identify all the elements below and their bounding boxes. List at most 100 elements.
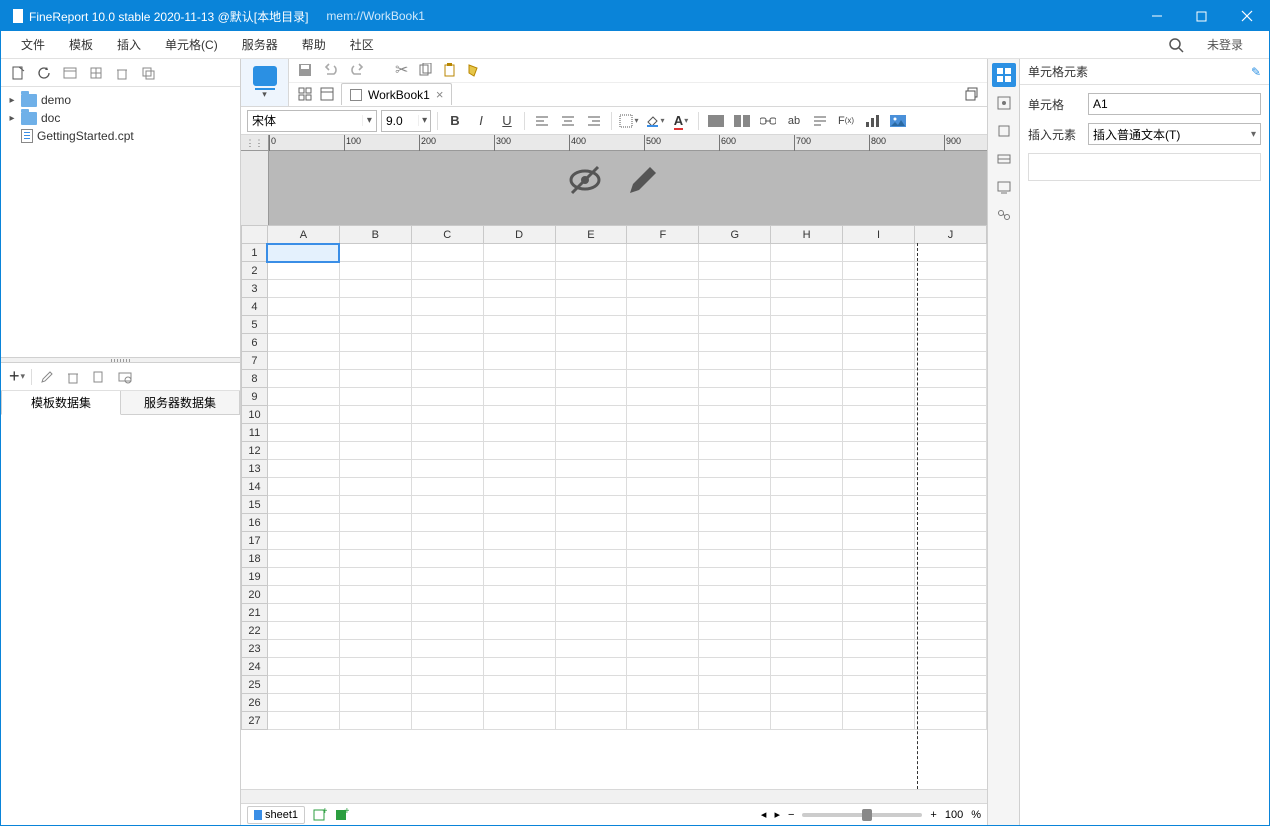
cell[interactable] <box>483 280 555 298</box>
cell[interactable] <box>843 244 915 262</box>
cell[interactable] <box>555 640 627 658</box>
cell[interactable] <box>771 496 843 514</box>
align-right-icon[interactable] <box>583 110 605 132</box>
cell[interactable] <box>843 550 915 568</box>
tree-file[interactable]: GettingStarted.cpt <box>7 127 234 145</box>
hide-preview-icon[interactable] <box>566 161 604 199</box>
cell[interactable] <box>483 604 555 622</box>
cell[interactable] <box>627 388 699 406</box>
cell[interactable] <box>267 550 339 568</box>
cell[interactable] <box>483 370 555 388</box>
cell[interactable] <box>914 280 986 298</box>
cell[interactable] <box>627 370 699 388</box>
insert-element-select[interactable]: 插入普通文本(T) ▾ <box>1088 123 1261 145</box>
cell[interactable] <box>411 478 483 496</box>
cell[interactable] <box>699 478 771 496</box>
cell[interactable] <box>843 280 915 298</box>
cell[interactable] <box>267 568 339 586</box>
cell[interactable] <box>914 532 986 550</box>
cell[interactable] <box>914 694 986 712</box>
collapse-icon[interactable] <box>59 62 81 84</box>
cell[interactable] <box>627 676 699 694</box>
file-tree[interactable]: ▸demo▸docGettingStarted.cpt <box>1 87 240 357</box>
cell[interactable] <box>843 604 915 622</box>
delete-icon[interactable] <box>111 62 133 84</box>
cell[interactable] <box>339 658 411 676</box>
cell[interactable] <box>483 352 555 370</box>
font-size-combo[interactable]: ▾ <box>381 110 431 132</box>
horizontal-ruler[interactable]: 0100200300400500600700800900 <box>269 135 987 151</box>
cell[interactable] <box>555 550 627 568</box>
cell[interactable] <box>267 586 339 604</box>
cell[interactable] <box>339 370 411 388</box>
cell[interactable] <box>483 334 555 352</box>
cell[interactable] <box>699 406 771 424</box>
cell[interactable] <box>267 478 339 496</box>
element-preview-box[interactable] <box>1028 153 1261 181</box>
cell[interactable] <box>627 352 699 370</box>
row-header[interactable]: 22 <box>242 622 268 640</box>
column-header[interactable]: A <box>267 226 339 244</box>
row-header[interactable]: 26 <box>242 694 268 712</box>
cell[interactable] <box>555 694 627 712</box>
cell[interactable] <box>771 712 843 730</box>
cell[interactable] <box>267 280 339 298</box>
cell[interactable] <box>555 352 627 370</box>
cell[interactable] <box>699 496 771 514</box>
insert-text-icon[interactable]: ab <box>783 110 805 132</box>
cell[interactable] <box>843 586 915 604</box>
copy-icon[interactable] <box>137 62 159 84</box>
cell[interactable] <box>339 496 411 514</box>
column-header[interactable]: B <box>339 226 411 244</box>
italic-icon[interactable]: I <box>470 110 492 132</box>
cell[interactable] <box>339 712 411 730</box>
row-header[interactable]: 2 <box>242 262 268 280</box>
row-header[interactable]: 20 <box>242 586 268 604</box>
cell-field-input[interactable] <box>1088 93 1261 115</box>
cell[interactable] <box>411 604 483 622</box>
cell[interactable] <box>914 460 986 478</box>
cell[interactable] <box>627 514 699 532</box>
unmerge-cells-icon[interactable] <box>731 110 753 132</box>
cell[interactable] <box>339 316 411 334</box>
zoom-slider[interactable] <box>802 813 922 817</box>
cell[interactable] <box>483 244 555 262</box>
cell[interactable] <box>411 640 483 658</box>
cell[interactable] <box>339 244 411 262</box>
cell[interactable] <box>843 424 915 442</box>
menu-item[interactable]: 社区 <box>338 31 386 58</box>
cell[interactable] <box>914 262 986 280</box>
preview-button[interactable]: ▾ <box>241 59 289 106</box>
cell[interactable] <box>267 676 339 694</box>
cell[interactable] <box>843 514 915 532</box>
cell[interactable] <box>339 460 411 478</box>
cell[interactable] <box>843 622 915 640</box>
cell[interactable] <box>555 298 627 316</box>
formula-icon[interactable]: F(x) <box>835 110 857 132</box>
cell[interactable] <box>411 532 483 550</box>
cell[interactable] <box>267 694 339 712</box>
cell[interactable] <box>627 550 699 568</box>
locate-icon[interactable] <box>85 62 107 84</box>
cell[interactable] <box>914 442 986 460</box>
font-family-input[interactable] <box>248 114 362 128</box>
close-tab-icon[interactable]: × <box>436 87 444 102</box>
menu-item[interactable]: 单元格(C) <box>153 31 230 58</box>
cell[interactable] <box>267 316 339 334</box>
cell[interactable] <box>699 316 771 334</box>
cell[interactable] <box>411 658 483 676</box>
cell[interactable] <box>914 388 986 406</box>
cell[interactable] <box>411 370 483 388</box>
cell[interactable] <box>483 586 555 604</box>
vertical-ruler[interactable] <box>241 151 269 225</box>
redo-icon[interactable] <box>349 62 365 78</box>
cell[interactable] <box>699 442 771 460</box>
cell[interactable] <box>843 406 915 424</box>
cell[interactable] <box>627 262 699 280</box>
cell[interactable] <box>555 478 627 496</box>
cell[interactable] <box>843 316 915 334</box>
cell[interactable] <box>699 568 771 586</box>
cell[interactable] <box>771 568 843 586</box>
cell[interactable] <box>411 442 483 460</box>
cell[interactable] <box>699 262 771 280</box>
